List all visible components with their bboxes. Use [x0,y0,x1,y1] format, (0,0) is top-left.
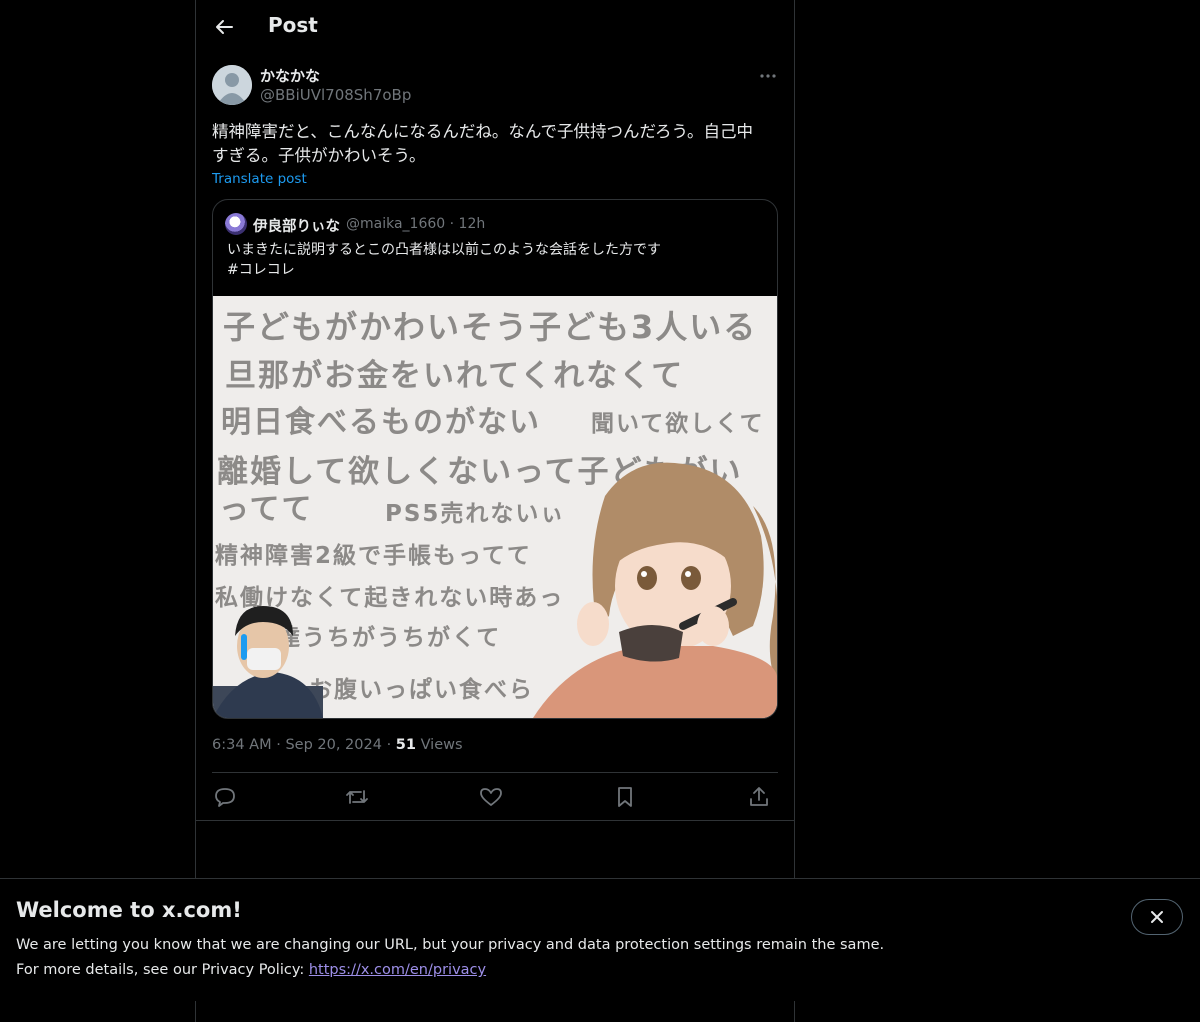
banner-policy-line: For more details, see our Privacy Policy… [16,962,486,978]
avatar[interactable] [212,65,252,105]
timestamp-separator: · [386,737,392,753]
heart-icon[interactable] [478,784,504,810]
quoted-post[interactable]: 伊良部りぃな @maika_1660 · 12h いまきたに説明するとこの凸者様… [212,199,778,719]
quote-hashtag[interactable]: #コレコレ [227,260,767,280]
quote-text-line: いまきたに説明するとこの凸者様は以前このような会話をした方です [227,242,661,258]
post-date[interactable]: Sep 20, 2024 [285,737,382,753]
divider [212,772,778,773]
post-text: 精神障害だと、こんなんになるんだね。なんで子供持つんだろう。自己中 すぎる。子供… [212,120,778,168]
privacy-policy-link[interactable]: https://x.com/en/privacy [309,962,486,978]
quote-avatar[interactable] [225,213,247,235]
banner-policy-prefix: For more details, see our Privacy Policy… [16,962,309,978]
post-text-line: 精神障害だと、こんなんになるんだね。なんで子供持つんだろう。自己中 [212,122,754,141]
post-column: Post かなかな @BBiUVl708Sh7oBp 精神障害だと、こんなんにな… [195,0,795,1022]
author-handle[interactable]: @BBiUVl708Sh7oBp [260,86,411,104]
quote-separator: · [449,216,455,232]
more-options-icon[interactable] [758,66,778,86]
close-banner-button[interactable] [1131,899,1183,935]
quote-image[interactable]: 子どもがかわいそう子ども3人いる 旦那がお金をいれてくれなくて 明日食べるものが… [213,296,777,718]
welcome-banner: Welcome to x.com! We are letting you kno… [0,878,1200,1001]
banner-message: We are letting you know that we are chan… [16,937,885,953]
banner-title: Welcome to x.com! [16,898,242,922]
reply-icon[interactable] [212,784,238,810]
quote-meta: @maika_1660 · 12h [346,216,485,232]
translate-post-link[interactable]: Translate post [212,171,307,187]
quote-age: 12h [458,216,486,232]
close-icon [1151,911,1163,923]
divider [196,820,794,821]
action-bar [212,784,778,810]
illustration [213,462,777,718]
views-count: 51 [395,737,416,753]
bookmark-icon[interactable] [612,784,638,810]
author-name[interactable]: かなかな [260,65,320,86]
top-bar: Post [196,0,794,54]
page-title: Post [268,13,318,37]
quote-author-handle: @maika_1660 [346,216,446,232]
share-icon[interactable] [746,784,772,810]
post-time[interactable]: 6:34 AM [212,737,272,753]
arrow-left-icon[interactable] [212,14,236,40]
timestamp-separator: · [276,737,281,753]
post-text-line: すぎる。子供がかわいそう。 [212,146,426,165]
quote-author-name[interactable]: 伊良部りぃな [253,215,340,236]
post-timestamp: 6:34 AM · Sep 20, 2024 · 51 Views [212,737,463,753]
quote-text: いまきたに説明するとこの凸者様は以前このような会話をした方です #コレコレ [227,240,767,280]
views-label: Views [420,737,463,753]
retweet-icon[interactable] [344,784,370,810]
